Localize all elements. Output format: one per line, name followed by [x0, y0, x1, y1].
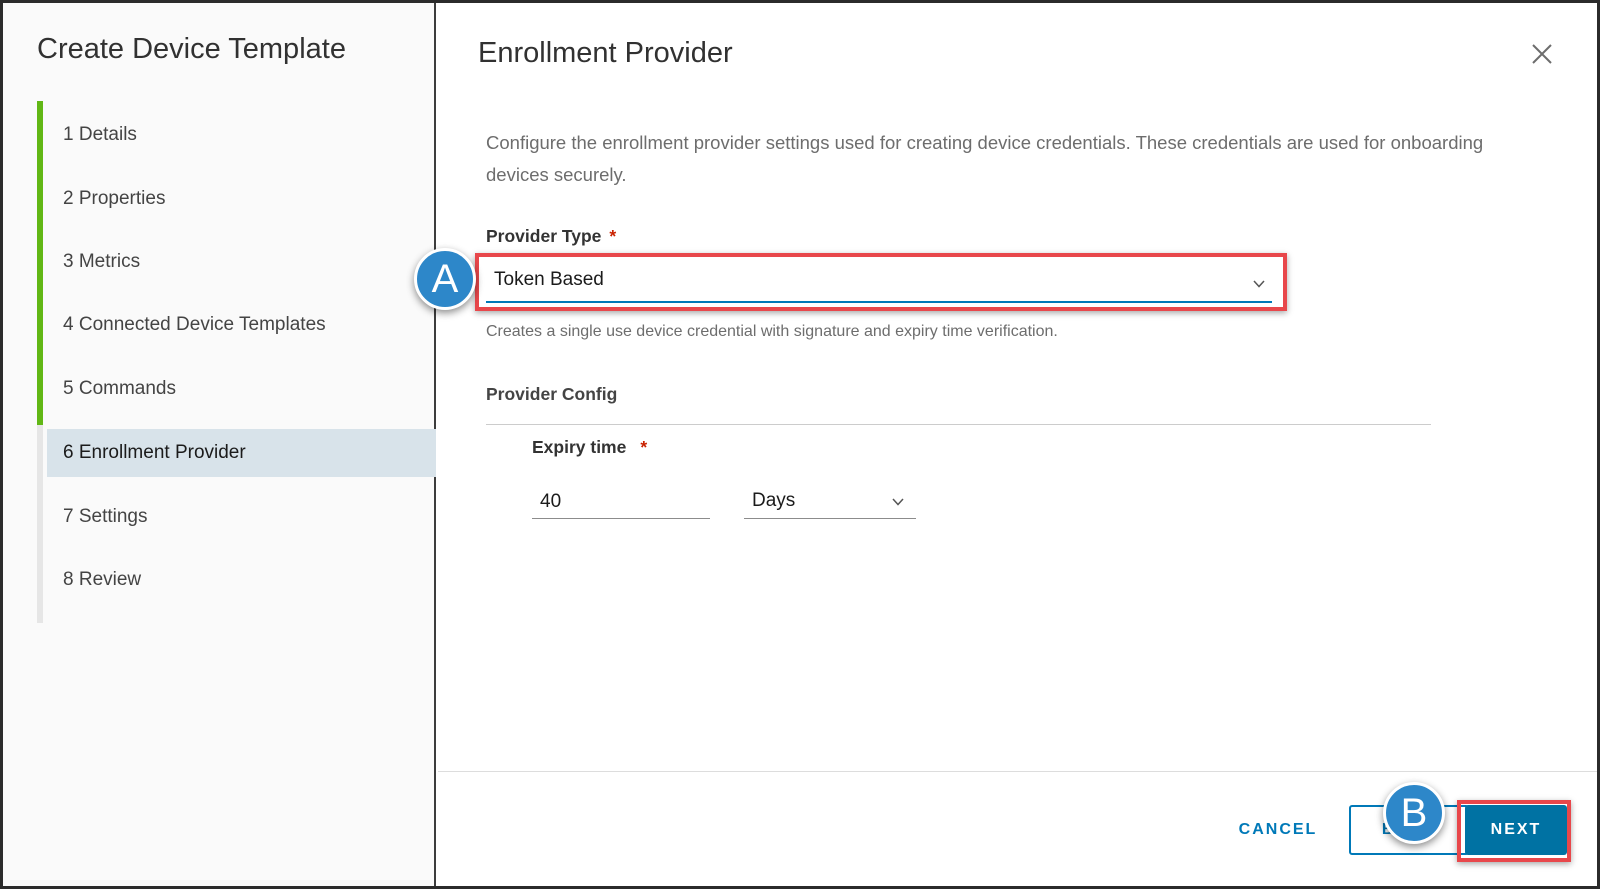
description-text: Configure the enrollment provider settin…: [486, 132, 1484, 185]
step-settings[interactable]: 7 Settings: [47, 493, 436, 541]
step-connected-device-templates[interactable]: 4 Connected Device Templates: [47, 301, 436, 349]
wizard-sidebar: Create Device Template 1 Details 2 Prope…: [3, 3, 436, 886]
chevron-down-icon: [891, 495, 905, 509]
section-divider: [486, 424, 1431, 425]
required-mark: *: [609, 226, 617, 246]
provider-type-label: Provider Type *: [486, 226, 616, 247]
close-icon[interactable]: [1529, 41, 1555, 67]
page-title: Enrollment Provider: [478, 37, 733, 69]
step-progress-completed: [37, 101, 43, 425]
expiry-unit-select[interactable]: Days: [744, 483, 916, 519]
provider-config-title: Provider Config: [486, 384, 618, 404]
expiry-time-label: Expiry time *: [532, 437, 647, 458]
step-enrollment-provider[interactable]: 6 Enrollment Provider: [47, 429, 436, 477]
provider-type-value: Token Based: [494, 269, 604, 290]
provider-type-select[interactable]: Token Based: [486, 265, 1272, 303]
step-details[interactable]: 1 Details: [47, 111, 436, 159]
step-commands[interactable]: 5 Commands: [47, 365, 436, 413]
wizard-main: Enrollment Provider Configure the enroll…: [438, 3, 1597, 886]
expiry-unit-value: Days: [752, 490, 796, 511]
annotation-badge-a: A: [414, 248, 476, 310]
expiry-time-input[interactable]: 40: [532, 483, 710, 519]
footer-divider: [438, 771, 1597, 772]
required-mark: *: [640, 437, 648, 457]
chevron-down-icon: [1252, 277, 1266, 291]
wizard-title: Create Device Template: [37, 33, 346, 65]
expiry-time-value: 40: [540, 491, 562, 512]
step-review[interactable]: 8 Review: [47, 556, 436, 604]
provider-type-helper: Creates a single use device credential w…: [486, 323, 1058, 340]
next-button[interactable]: NEXT: [1465, 805, 1567, 855]
step-properties[interactable]: 2 Properties: [47, 175, 436, 223]
provider-type-label-text: Provider Type: [486, 226, 602, 246]
create-device-template-modal: Create Device Template 1 Details 2 Prope…: [3, 3, 1597, 886]
annotation-badge-b: B: [1383, 782, 1445, 844]
step-metrics[interactable]: 3 Metrics: [47, 238, 436, 286]
expiry-time-label-text: Expiry time: [532, 437, 627, 457]
cancel-button[interactable]: CANCEL: [1228, 805, 1328, 855]
